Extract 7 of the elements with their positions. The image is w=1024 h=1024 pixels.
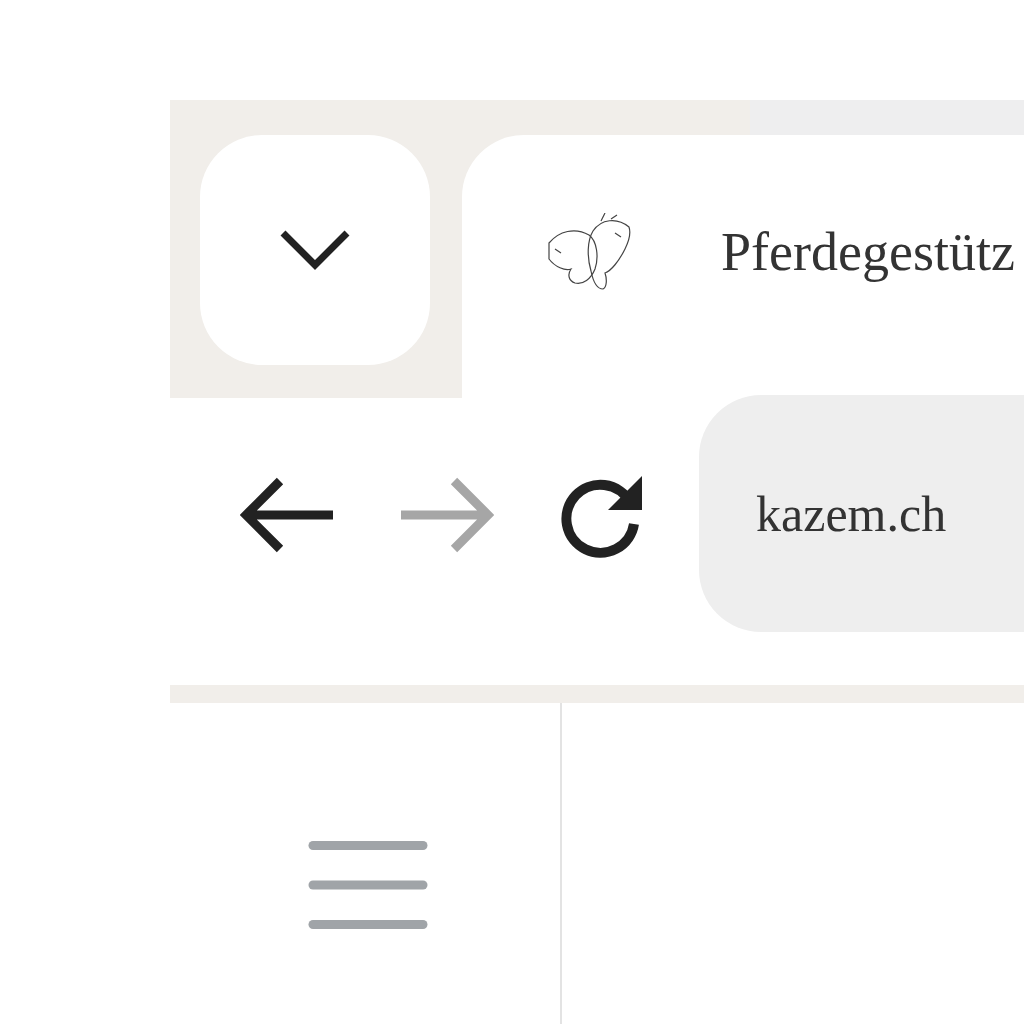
back-arrow-icon — [240, 476, 335, 554]
address-field[interactable]: kazem.ch — [699, 395, 1024, 632]
tab-title: Pferdegestütz — [721, 221, 1015, 284]
forward-arrow-icon — [399, 476, 494, 554]
browser-tab[interactable]: Pferdegestütz — [462, 135, 1024, 398]
chevron-down-icon — [279, 229, 351, 271]
menu-icon[interactable] — [308, 841, 428, 929]
